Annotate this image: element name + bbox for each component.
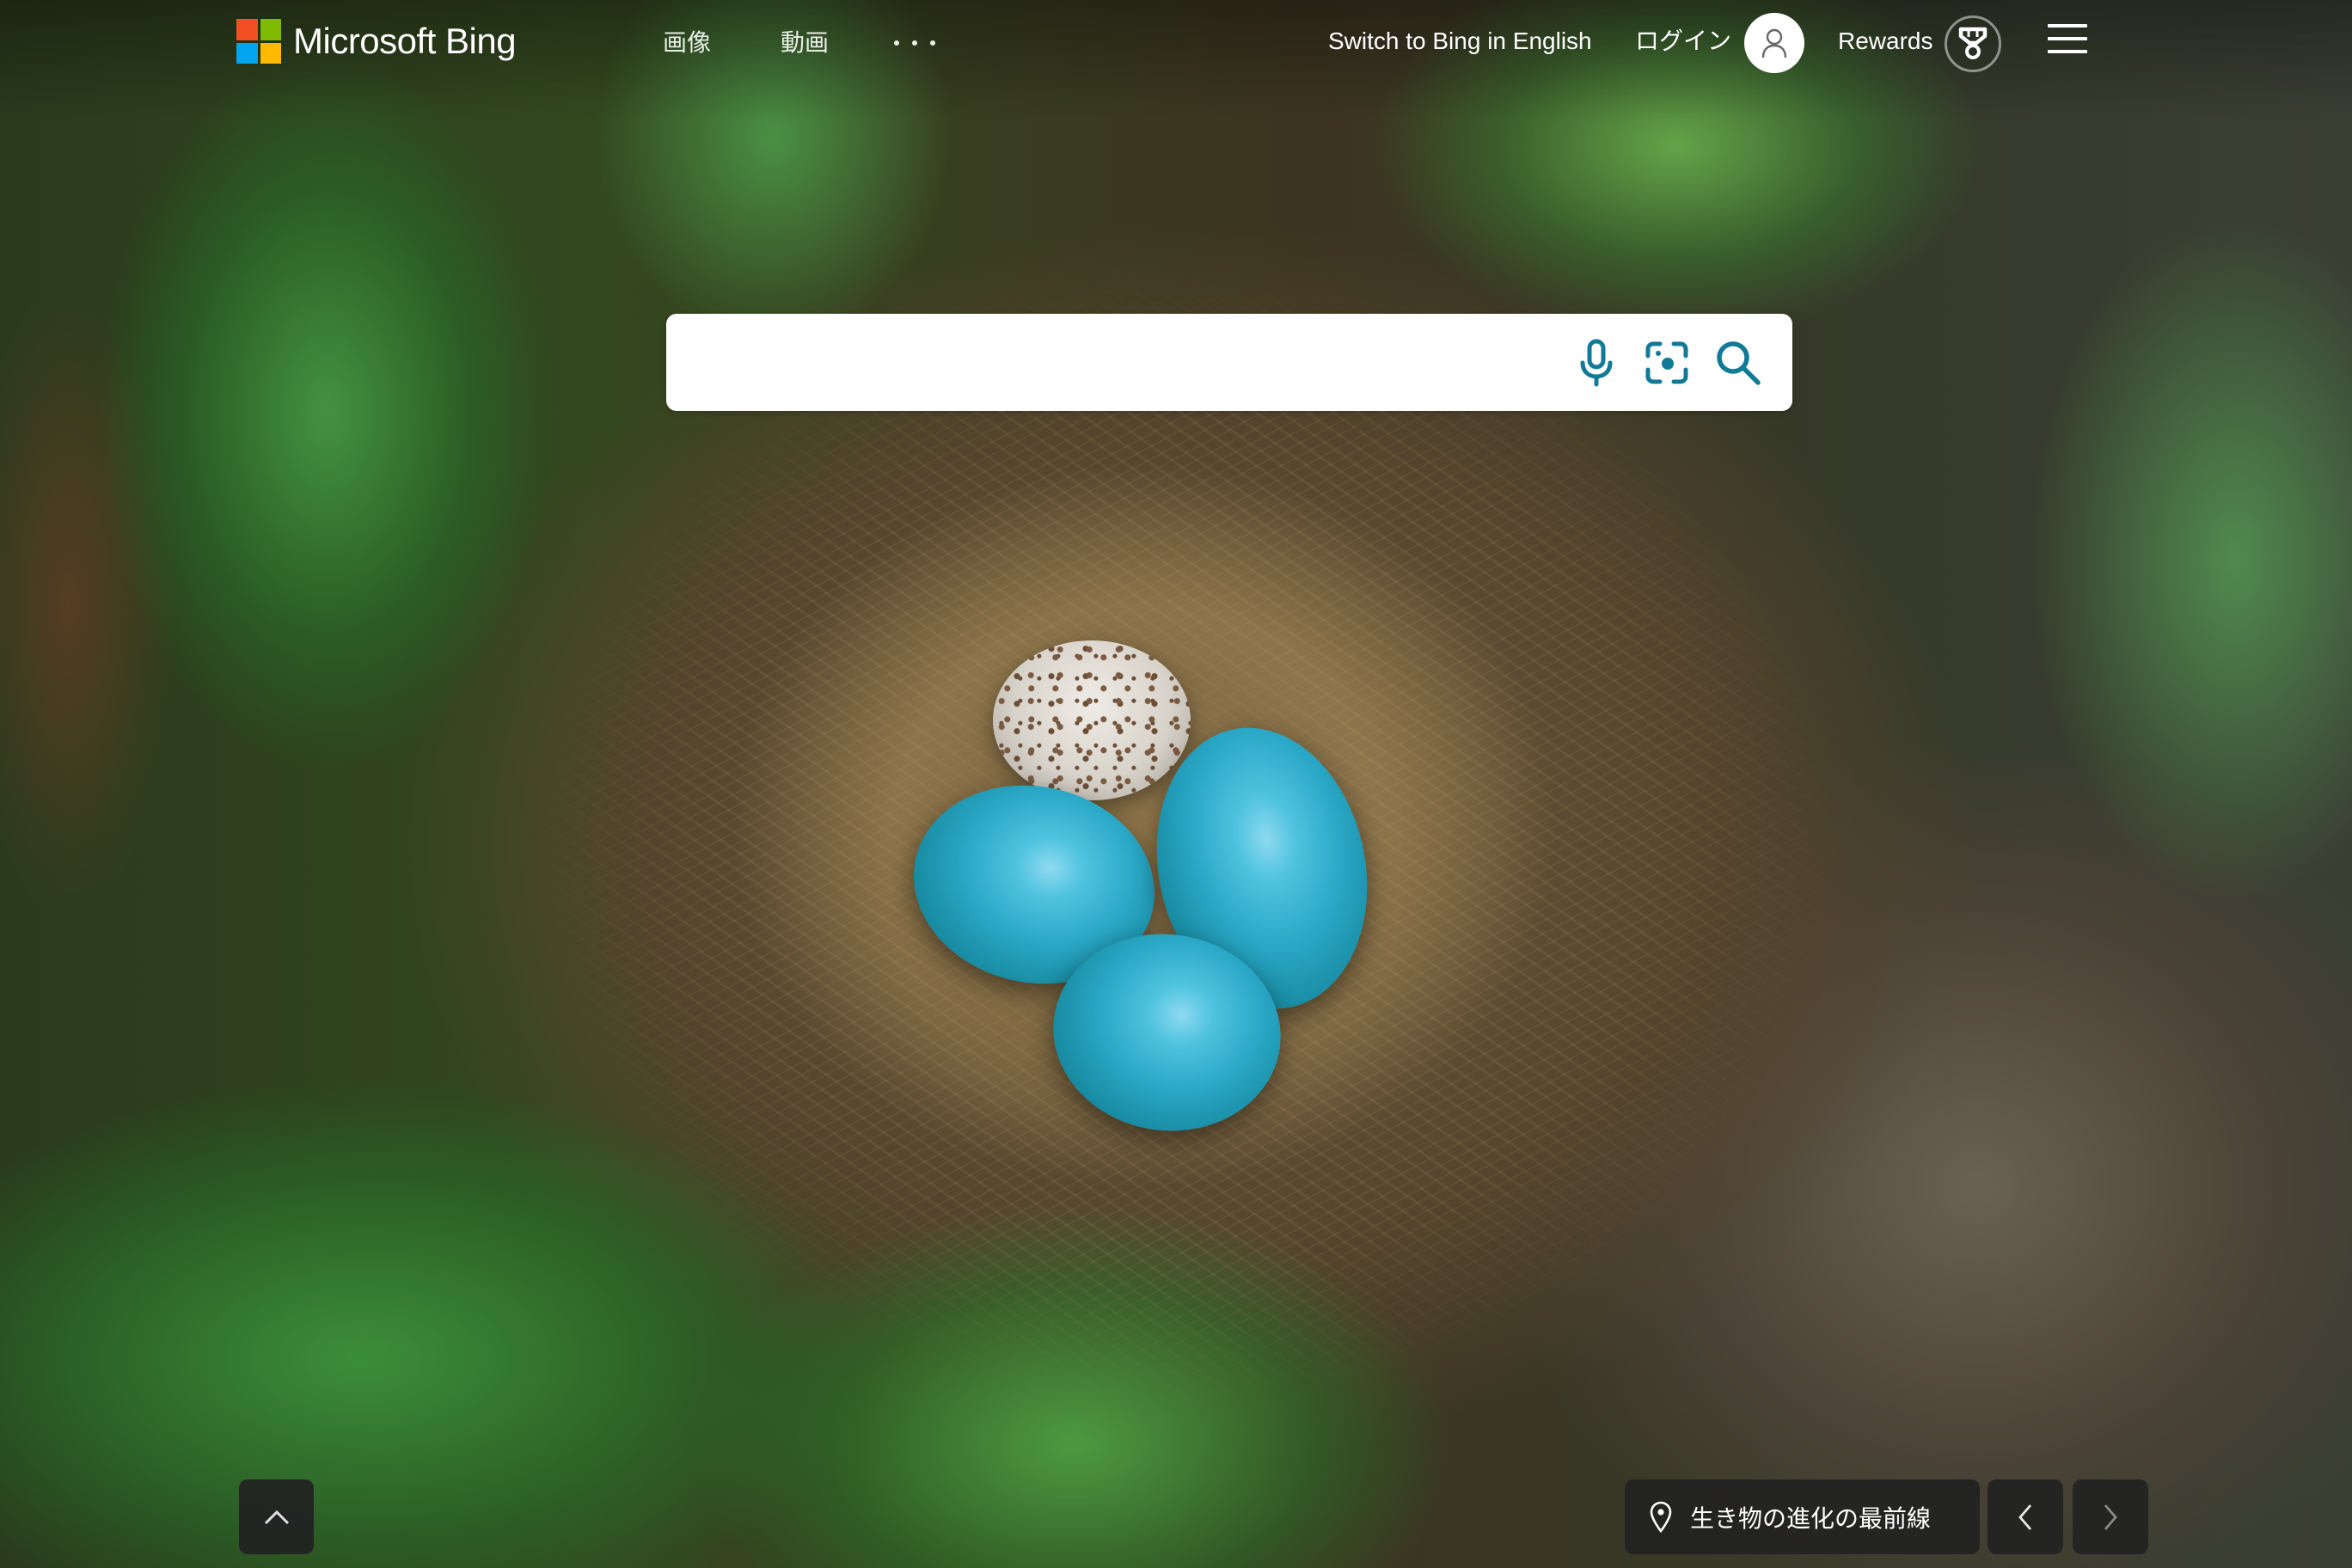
medal-icon <box>1958 27 1988 59</box>
microphone-icon <box>1580 339 1613 387</box>
visual-search-button[interactable] <box>1642 338 1692 388</box>
logo-square-yellow <box>260 42 281 64</box>
search-box <box>666 314 1792 413</box>
logo-square-red <box>236 19 258 40</box>
header: Microsoft Bing 画像 動画 Switch to Bing in E… <box>0 0 2352 86</box>
voice-search-button[interactable] <box>1571 338 1621 388</box>
rewards-medal-button[interactable] <box>1945 15 2001 72</box>
logo-square-green <box>260 19 281 40</box>
background-image <box>0 0 2352 1568</box>
scroll-up-button[interactable] <box>239 1479 314 1554</box>
microsoft-logo-icon <box>236 19 281 64</box>
chevron-right-icon <box>2104 1504 2117 1530</box>
hamburger-icon-line <box>2048 37 2087 40</box>
login-link[interactable]: ログイン <box>1635 24 1731 58</box>
ellipsis-icon-dot <box>912 40 917 46</box>
chevron-up-icon <box>264 1510 289 1524</box>
nav-more-button[interactable] <box>894 26 935 60</box>
rewards-link[interactable]: Rewards <box>1838 24 1932 58</box>
ellipsis-icon-dot <box>930 40 935 46</box>
hamburger-icon-line <box>2048 24 2087 28</box>
search-icon <box>1717 341 1761 385</box>
logo-square-blue <box>236 42 258 64</box>
search-button[interactable] <box>1713 338 1763 388</box>
next-image-button[interactable] <box>2073 1479 2148 1554</box>
avatar-button[interactable] <box>1744 13 1804 73</box>
menu-button[interactable] <box>2048 24 2087 53</box>
nav-videos[interactable]: 動画 <box>781 26 829 60</box>
image-caption: 生き物の進化の最前線 <box>1690 1504 1932 1533</box>
search-input[interactable] <box>692 314 1555 413</box>
visual-search-icon <box>1645 341 1688 384</box>
switch-language-link[interactable]: Switch to Bing in English <box>1328 24 1592 58</box>
nav-images[interactable]: 画像 <box>663 26 711 60</box>
chevron-left-icon <box>2018 1504 2032 1530</box>
user-icon <box>1761 28 1787 58</box>
location-pin-icon <box>1650 1501 1672 1533</box>
previous-image-button[interactable] <box>1988 1479 2063 1554</box>
header-shade <box>0 0 2352 1568</box>
bing-logo[interactable]: Microsoft Bing <box>236 19 517 64</box>
ellipsis-icon-dot <box>894 40 899 46</box>
hamburger-icon-line <box>2048 50 2087 53</box>
brand-name: Microsoft Bing <box>293 21 517 61</box>
image-caption-button[interactable]: 生き物の進化の最前線 <box>1625 1479 1980 1554</box>
